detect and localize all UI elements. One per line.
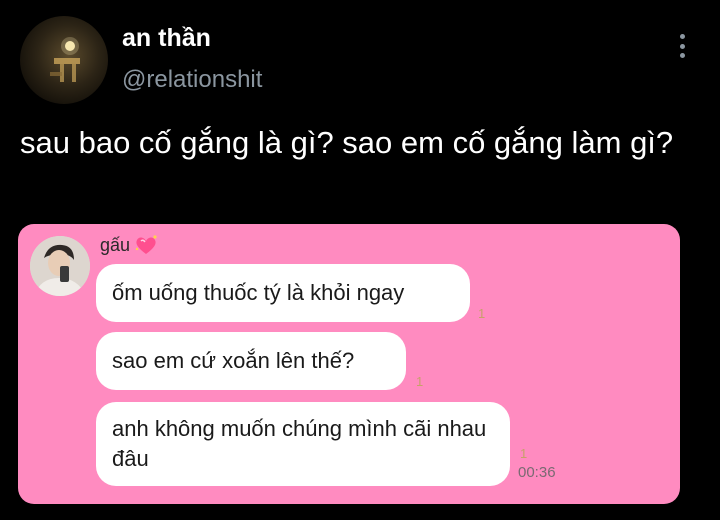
tweet-page: an thần @relationshit sau bao cố gắng là… (0, 0, 720, 520)
chat-sender-row: gấu (100, 234, 158, 256)
tweet-media-image[interactable]: gấu ốm uống thuốc tý là khỏi ngay 1 sao … (18, 224, 680, 504)
sparkling-heart-icon (135, 235, 157, 254)
chat-sender-avatar (30, 236, 90, 296)
tweet-text: sau bao cố gắng là gì? sao em cố gắng là… (20, 125, 674, 160)
chat-message-bubble: ốm uống thuốc tý là khỏi ngay (96, 264, 470, 322)
message-read-count: 1 (478, 306, 486, 321)
chat-message-bubble: anh không muốn chúng mình cãi nhau đâu (96, 402, 510, 486)
chat-message-bubble: sao em cứ xoắn lên thế? (96, 332, 406, 390)
author-handle[interactable]: @relationshit (122, 66, 262, 94)
message-read-count: 1 (416, 374, 424, 389)
message-read-count: 1 (520, 446, 528, 461)
author-display-name[interactable]: an thần (122, 24, 211, 53)
more-vertical-icon[interactable] (672, 32, 692, 60)
chat-sender-name: gấu (100, 234, 131, 255)
message-timestamp: 00:36 (518, 464, 556, 481)
author-avatar[interactable] (20, 16, 108, 104)
